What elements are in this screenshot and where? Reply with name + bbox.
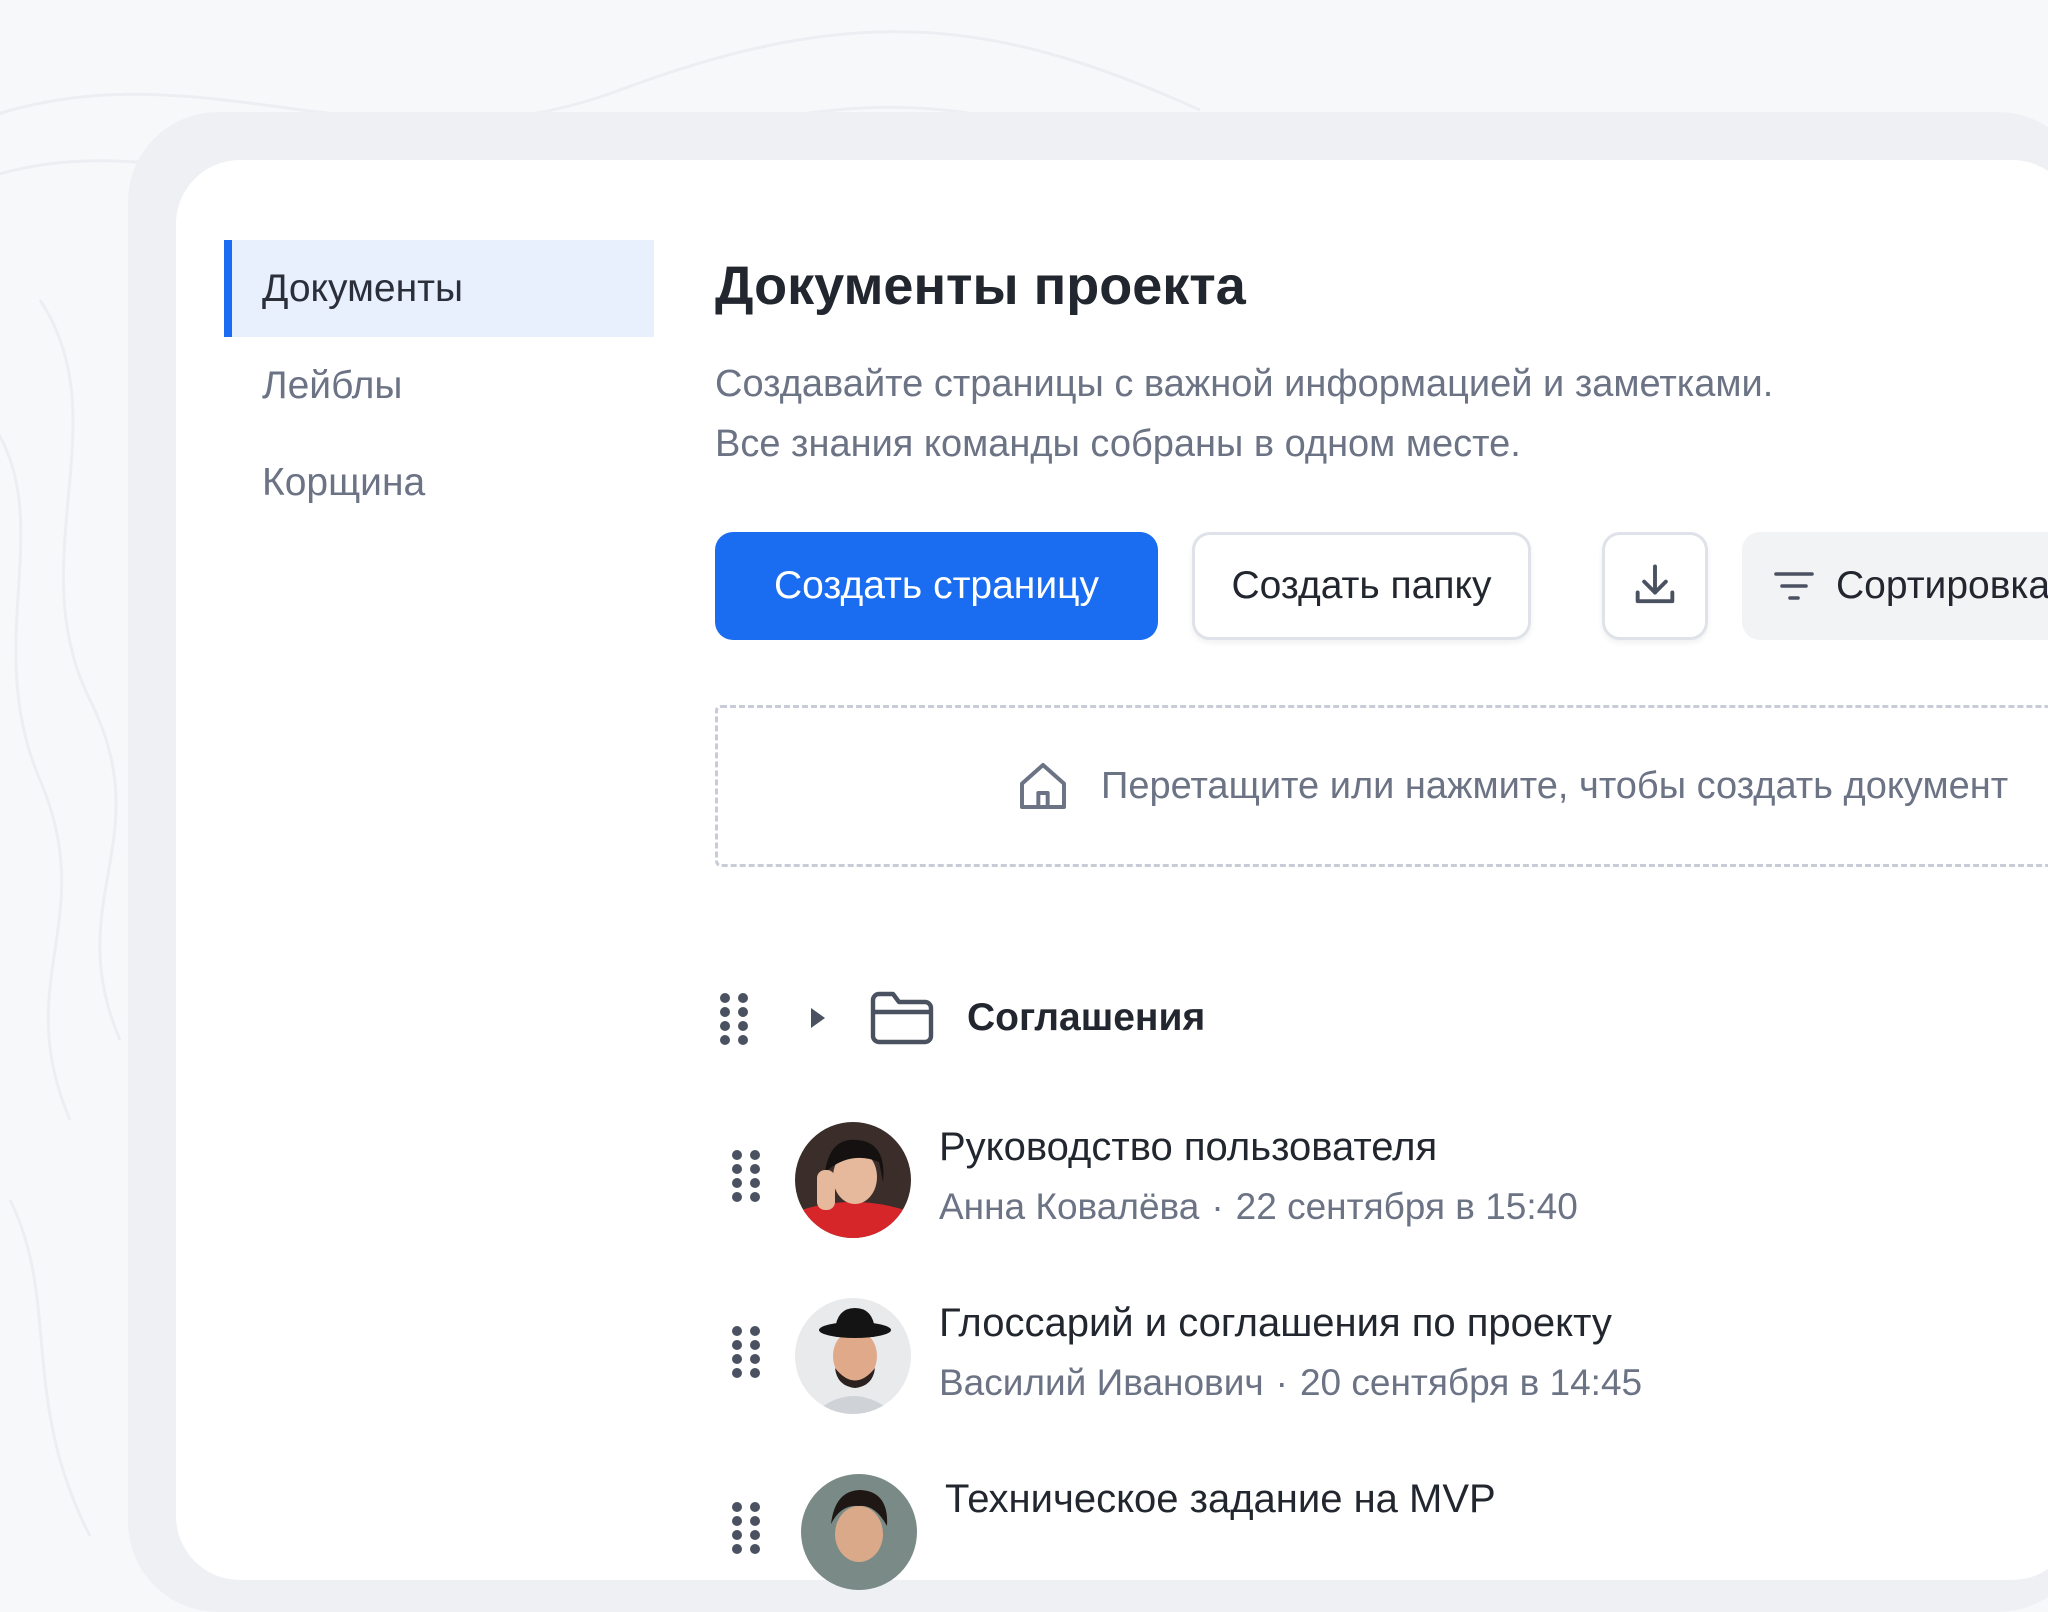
download-icon <box>1635 564 1675 604</box>
list-item[interactable]: Глоссарий и соглашения по проекту Васили… <box>715 1298 2015 1418</box>
document-title: Техническое задание на MVP <box>945 1477 1496 1521</box>
drag-handle-icon[interactable] <box>727 1148 767 1202</box>
sidebar-item-label: Корщина <box>262 461 426 504</box>
meta-separator: · <box>1211 1186 1224 1227</box>
sort-label: Сортировка <box>1836 564 2048 607</box>
sidebar-item-labels[interactable]: Лейблы <box>224 337 654 434</box>
caret-right-icon[interactable] <box>807 1005 829 1031</box>
list-item[interactable]: Руководство пользователя Анна Ковалёва · 2… <box>715 1122 2015 1242</box>
drag-handle-icon[interactable] <box>727 1500 767 1554</box>
document-title: Глоссарий и соглашения по проекту <box>939 1301 1612 1345</box>
folder-icon <box>870 991 934 1045</box>
page-description: Создавайте страницы с важной информацией… <box>715 354 2048 474</box>
sidebar-item-label: Документы <box>262 267 464 310</box>
dropzone[interactable]: Перетащите или нажмите, чтобы создать до… <box>715 705 2048 867</box>
sidebar: Документы Лейблы Корщина <box>224 240 654 531</box>
dropzone-content: Перетащите или нажмите, чтобы создать до… <box>1015 708 2008 864</box>
document-date: 20 сентября в 14:45 <box>1299 1362 1643 1403</box>
document-meta: Василий Иванович · 20 сентября в 14:45 <box>939 1358 1642 1408</box>
home-icon <box>1020 763 1066 809</box>
create-folder-button[interactable]: Создать папку <box>1192 532 1531 640</box>
avatar <box>795 1298 911 1414</box>
description-line: Создавайте страницы с важной информацией… <box>715 363 1774 405</box>
drag-handle-icon[interactable] <box>715 991 755 1045</box>
description-line: Все знания команды собраны в одном месте… <box>715 423 1521 465</box>
meta-separator: · <box>1275 1362 1288 1403</box>
page-title: Документы проекта <box>715 256 1246 316</box>
document-title: Руководство пользователя <box>939 1125 1438 1169</box>
document-meta: Анна Ковалёва · 22 сентября в 15:40 <box>939 1182 1578 1232</box>
list-item[interactable]: Техническое задание на MVP <box>715 1474 2015 1594</box>
toolbar: Создать страницу Создать папку Сортировк… <box>715 532 2048 640</box>
avatar <box>795 1122 911 1238</box>
create-page-button[interactable]: Создать страницу <box>715 532 1158 640</box>
filter-lines-icon <box>1774 572 1814 600</box>
folder-row[interactable]: Соглашения <box>715 978 1205 1058</box>
download-button[interactable] <box>1602 532 1708 640</box>
document-author: Василий Иванович <box>939 1362 1264 1403</box>
main-content: Документы проекта Создавайте страницы с … <box>715 240 2048 1590</box>
sort-button[interactable]: Сортировка <box>1742 532 2048 640</box>
dropzone-label: Перетащите или нажмите, чтобы создать до… <box>1101 764 2009 807</box>
document-date: 22 сентября в 15:40 <box>1235 1186 1578 1227</box>
drag-handle-icon[interactable] <box>727 1324 767 1378</box>
sidebar-item-documents[interactable]: Документы <box>224 240 654 337</box>
document-author: Анна Ковалёва <box>939 1186 1200 1227</box>
sidebar-item-label: Лейблы <box>262 364 403 407</box>
avatar <box>801 1474 917 1590</box>
folder-name: Соглашения <box>967 996 1206 1039</box>
sidebar-item-trash[interactable]: Корщина <box>224 434 654 531</box>
